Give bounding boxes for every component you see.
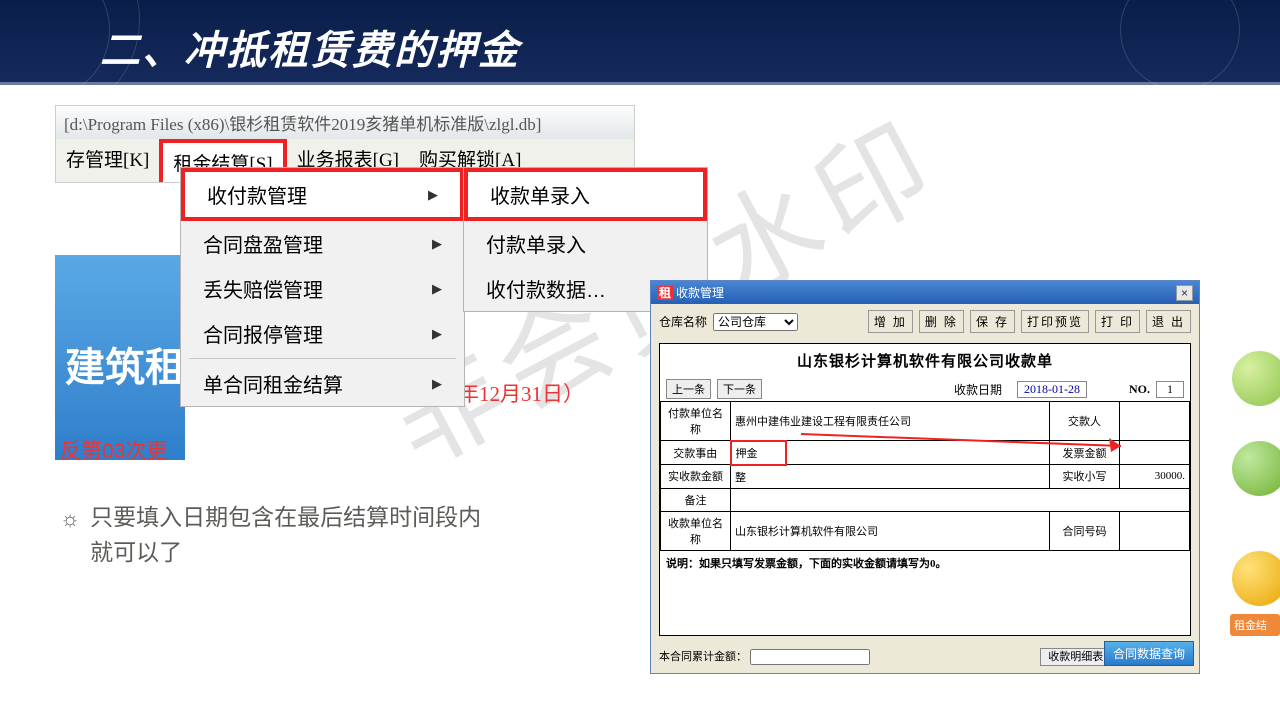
dropdown-item[interactable]: 丢失赔偿管理 ▶ [181,266,464,311]
delete-button[interactable]: 删 除 [919,310,964,333]
dropdown-item[interactable]: 单合同租金结算 ▶ [181,361,464,406]
window-title: [d:\Program Files (x86)\银杉租赁软件2019亥猪单机标准… [56,106,634,139]
menu-item[interactable]: 存管理[K] [56,139,159,182]
exit-button[interactable]: 退 出 [1146,310,1191,333]
dropdown-menu: 收付款管理 ▶ 合同盘盈管理 ▶ 丢失赔偿管理 ▶ 合同报停管理 ▶ 单合同租金结算 ▶ [180,167,465,407]
date-field[interactable]: 2018-01-28 [1017,381,1087,398]
submenu-item-selected[interactable]: 收款单录入 [464,168,707,221]
receiver-field[interactable]: 山东银杉计算机软件有限公司 [731,511,1050,550]
no-field[interactable]: 1 [1156,381,1184,398]
reason-label: 交款事由 [661,441,731,465]
dialog-toolbar: 仓库名称 公司仓库 增 加 删 除 保 存 打印预览 打 印 退 出 [651,304,1199,339]
chevron-right-icon: ▶ [432,236,442,252]
chevron-right-icon: ▶ [428,187,438,203]
date-label: 收款日期 [954,381,1002,398]
receiver-label: 收款单位名称 [661,511,731,550]
form-table: 付款单位名称 惠州中建伟业建设工程有限责任公司 交款人 交款事由 押金 发票金额… [660,401,1190,551]
side-fragment: 租金结 [1202,345,1280,725]
contract-query-button[interactable]: 合同数据查询 [1104,641,1194,666]
detail-button[interactable]: 收款明细表 [1040,648,1111,666]
chevron-right-icon: ▶ [432,281,442,297]
contract-label: 合同号码 [1050,511,1120,550]
invoice-label: 发票金额 [1050,441,1120,465]
bullet-note: ☼ 只要填入日期包含在最后结算时间段内就可以了 [60,500,490,569]
chevron-right-icon: ▶ [432,326,442,342]
dropdown-item[interactable]: 合同报停管理 ▶ [181,311,464,356]
handler-label: 交款人 [1050,402,1120,441]
app-icon: 租 [657,286,673,300]
store-select[interactable]: 公司仓库 [713,313,798,331]
chevron-right-icon: ▶ [432,376,442,392]
amount-field[interactable]: 整 [731,465,1050,489]
remark-field[interactable] [731,488,1190,511]
bg-big-text: 建筑租 [65,335,185,393]
reason-field[interactable]: 押金 [731,441,786,465]
prev-button[interactable]: 上一条 [666,379,711,399]
amount-label: 实收款金额 [661,465,731,489]
dialog-titlebar: 租收款管理 × [651,281,1199,304]
handler-field[interactable] [1120,402,1190,441]
dropdown-item-label: 丢失赔偿管理 [203,274,323,303]
dropdown-item-selected[interactable]: 收付款管理 ▶ [181,168,464,221]
close-icon[interactable]: × [1176,285,1193,301]
receipt-form: 山东银杉计算机软件有限公司收款单 上一条 下一条 收款日期 2018-01-28… [659,343,1191,636]
dialog-title: 收款管理 [676,286,724,300]
save-button[interactable]: 保 存 [970,310,1015,333]
form-title: 山东银杉计算机软件有限公司收款单 [660,344,1190,377]
slide-header: 二、冲抵租赁费的押金 [0,0,1280,85]
nav-row: 上一条 下一条 收款日期 2018-01-28 NO. 1 [660,377,1190,401]
preview-button[interactable]: 打印预览 [1021,310,1089,333]
remark-label: 备注 [661,488,731,511]
store-label: 仓库名称 [659,313,707,330]
bullet-text: 只要填入日期包含在最后结算时间段内就可以了 [90,500,490,569]
dropdown-item-label: 收付款管理 [207,180,307,209]
small-label: 实收小写 [1050,465,1120,489]
payer-field[interactable]: 惠州中建伟业建设工程有限责任公司 [731,402,1050,441]
total-label: 本合同累计金额： [659,651,747,663]
form-note: 说明：如果只填写发票金额，下面的实收金额请填写为0。 [660,551,1190,575]
total-field[interactable] [750,649,870,665]
slide-title: 二、冲抵租赁费的押金 [100,18,520,76]
dropdown-item-label: 单合同租金结算 [203,369,343,398]
bg-blue-fragment: 建筑租 反第03次更 [55,255,185,460]
receipt-dialog: 租收款管理 × 仓库名称 公司仓库 增 加 删 除 保 存 打印预览 打 印 退… [650,280,1200,674]
note-text: 如果只填写发票金额，下面的实收金额请填写为0。 [699,558,947,570]
note-prefix: 说明： [666,558,699,570]
submenu-item[interactable]: 付款单录入 [464,221,707,266]
no-label: NO. [1129,382,1150,397]
bg-red-left: 反第03次更 [60,435,167,465]
add-button[interactable]: 增 加 [868,310,913,333]
payer-label: 付款单位名称 [661,402,731,441]
print-button[interactable]: 打 印 [1095,310,1140,333]
next-button[interactable]: 下一条 [717,379,762,399]
contract-field[interactable] [1120,511,1190,550]
dropdown-item[interactable]: 合同盘盈管理 ▶ [181,221,464,266]
sun-icon: ☼ [60,502,80,535]
small-field[interactable]: 30000. [1120,465,1190,489]
invoice-field[interactable] [1120,441,1190,465]
dropdown-item-label: 合同报停管理 [203,319,323,348]
dropdown-item-label: 合同盘盈管理 [203,229,323,258]
bg-red-right: 年12月31日） [458,378,584,408]
